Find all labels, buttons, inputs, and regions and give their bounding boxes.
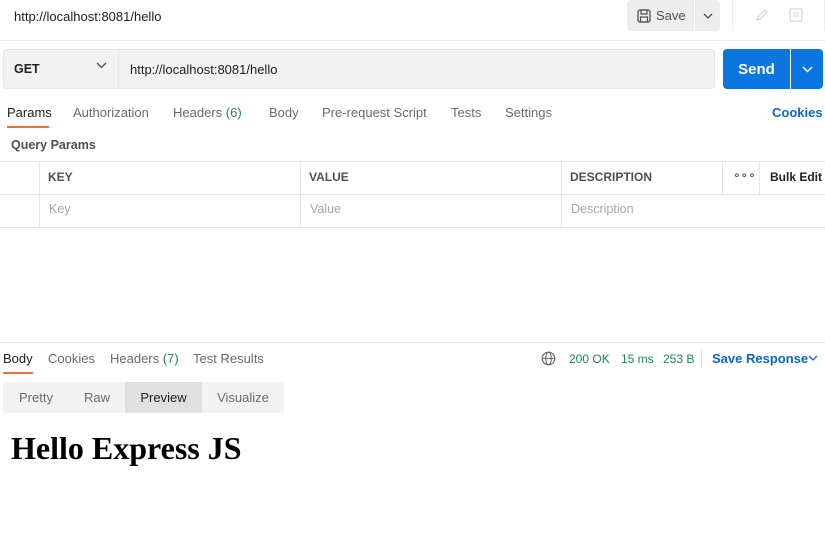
column-divider — [759, 161, 760, 194]
response-tab-headers-count: (7) — [162, 351, 179, 366]
response-divider[interactable] — [0, 342, 825, 343]
status-code[interactable]: 200 OK — [569, 352, 610, 366]
response-tab-headers-label: Headers — [110, 351, 160, 366]
chevron-down-icon — [96, 62, 107, 69]
method-select[interactable]: GET — [3, 49, 119, 89]
active-tab-indicator — [7, 126, 49, 128]
globe-icon[interactable] — [541, 351, 556, 366]
view-raw[interactable]: Raw — [69, 382, 125, 413]
send-options-button[interactable] — [791, 49, 823, 89]
save-options-button[interactable] — [695, 0, 720, 31]
tab-params[interactable]: Params — [7, 105, 52, 120]
column-header-description: DESCRIPTION — [570, 170, 653, 184]
save-response-button[interactable]: Save Response — [712, 351, 808, 366]
save-icon — [637, 8, 651, 23]
view-preview[interactable]: Preview — [125, 382, 202, 413]
query-params-label: Query Params — [11, 138, 96, 152]
tab-body[interactable]: Body — [269, 105, 299, 120]
response-tab-test-results[interactable]: Test Results — [193, 351, 264, 366]
request-name[interactable]: http://localhost:8081/hello — [14, 9, 161, 24]
column-divider — [722, 161, 723, 194]
side-tools — [732, 0, 825, 31]
chevron-down-icon — [802, 66, 812, 72]
save-button[interactable]: Save — [627, 0, 694, 31]
bulk-edit-button[interactable]: Bulk Edit — [770, 170, 822, 184]
param-value-input[interactable]: Value — [310, 202, 341, 216]
tab-headers[interactable]: Headers (6) — [173, 105, 242, 120]
tab-tests[interactable]: Tests — [451, 105, 481, 120]
method-label: GET — [14, 62, 40, 76]
tab-settings[interactable]: Settings — [505, 105, 552, 120]
column-header-value: VALUE — [309, 170, 349, 184]
response-size[interactable]: 253 B — [663, 352, 694, 366]
active-response-tab-indicator — [3, 372, 33, 374]
table-header-divider — [0, 194, 825, 195]
view-visualize[interactable]: Visualize — [202, 382, 284, 413]
more-options-icon[interactable]: ∘∘∘ — [733, 168, 756, 182]
tab-prerequest-script[interactable]: Pre-request Script — [322, 105, 427, 120]
send-button[interactable]: Send — [723, 49, 790, 89]
column-header-key: KEY — [48, 170, 73, 184]
response-tab-headers[interactable]: Headers (7) — [110, 351, 179, 366]
view-pretty[interactable]: Pretty — [3, 382, 69, 413]
param-key-input[interactable]: Key — [49, 202, 71, 216]
save-button-label: Save — [656, 8, 686, 23]
toolbar-divider — [701, 348, 702, 368]
table-border-top — [0, 161, 825, 162]
response-time[interactable]: 15 ms — [621, 352, 654, 366]
column-divider — [300, 161, 301, 227]
tab-headers-count: (6) — [225, 105, 242, 120]
documentation-icon[interactable] — [788, 7, 804, 23]
edit-icon[interactable] — [754, 7, 770, 23]
column-divider — [561, 161, 562, 227]
chevron-down-icon[interactable] — [808, 355, 818, 361]
response-preview-heading: Hello Express JS — [11, 430, 242, 466]
table-border-bottom — [0, 227, 825, 228]
tab-headers-label: Headers — [173, 105, 223, 120]
cookies-link[interactable]: Cookies — [772, 105, 823, 120]
response-tab-body[interactable]: Body — [3, 351, 33, 366]
param-description-input[interactable]: Description — [571, 202, 634, 216]
url-input[interactable]: http://localhost:8081/hello — [119, 49, 715, 89]
response-tab-cookies[interactable]: Cookies — [48, 351, 95, 366]
column-divider — [39, 161, 40, 227]
chevron-down-icon — [703, 13, 712, 19]
tab-authorization[interactable]: Authorization — [73, 105, 149, 120]
